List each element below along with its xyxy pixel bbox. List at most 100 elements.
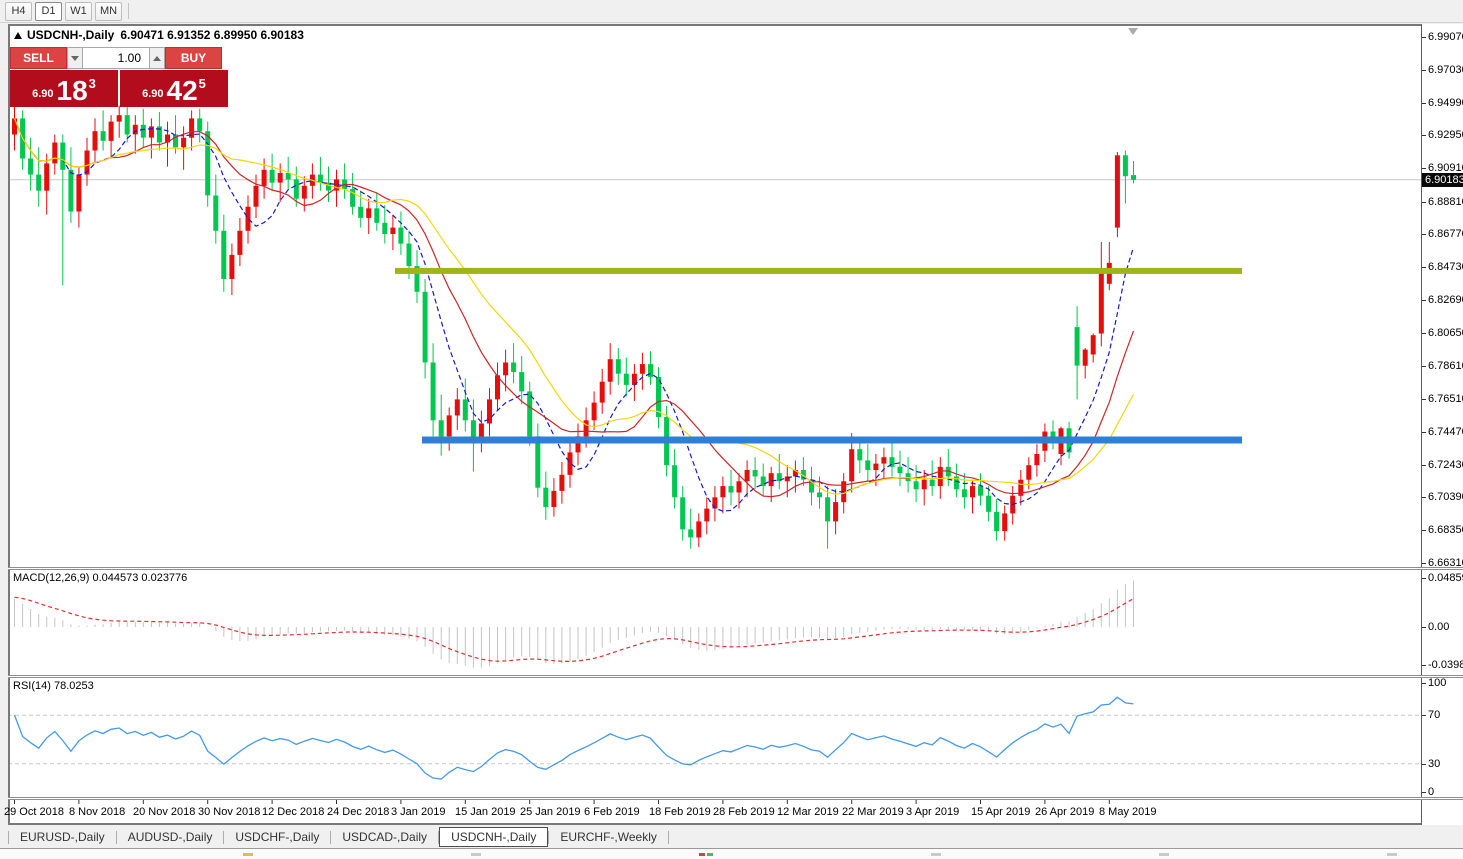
buy-button[interactable]: BUY [165, 47, 222, 69]
volume-input[interactable] [83, 47, 149, 69]
price-axis-label: 6.99070 [1428, 31, 1463, 43]
candle [680, 497, 685, 529]
candle [519, 372, 524, 391]
candle [624, 374, 629, 385]
candle [374, 208, 379, 223]
chart-tab-usdchfdaily[interactable]: USDCHF-,Daily [224, 827, 330, 847]
candle [1091, 335, 1096, 354]
candle [535, 436, 540, 487]
candle [938, 467, 943, 486]
one-click-trading-widget: SELL BUY 6.90183 6.90425 [10, 47, 228, 107]
candle [704, 509, 709, 522]
candle [28, 159, 33, 175]
price-axis-label: 6.74470 [1428, 426, 1463, 438]
candle [994, 512, 999, 531]
candle [68, 170, 73, 212]
candle [857, 449, 862, 460]
candle [511, 363, 516, 373]
candle [753, 470, 758, 476]
rsi-axis-tick [1422, 683, 1426, 684]
chart-tab-eurchfweekly[interactable]: EURCHF-,Weekly [549, 827, 667, 847]
candle [197, 118, 202, 131]
chart-tab-usdcnhdaily[interactable]: USDCNH-,Daily [439, 827, 548, 847]
rsi-label: RSI(14) 78.0253 [13, 680, 94, 692]
macd-axis-tick [1422, 665, 1426, 666]
buy-price-panel[interactable]: 6.90425 [120, 70, 228, 107]
sell-price-handle: 6.90 [32, 88, 53, 100]
sell-button[interactable]: SELL [10, 47, 67, 69]
candle [423, 292, 428, 363]
chart-tab-eurusddaily[interactable]: EURUSD-,Daily [9, 827, 116, 847]
price-axis-tick [1422, 563, 1426, 564]
candle [229, 255, 234, 279]
candle [205, 131, 210, 195]
price-axis[interactable]: 6.990706.970306.949906.929506.909106.888… [1421, 24, 1463, 825]
candle [865, 460, 870, 470]
price-axis-label: 6.92950 [1428, 129, 1463, 141]
price-axis-label: 6.88810 [1428, 196, 1463, 208]
minimized-charts-strip [0, 848, 1463, 859]
tab-separator [668, 831, 669, 844]
price-axis-label: 6.97030 [1428, 64, 1463, 76]
macd-label: MACD(12,26,9) 0.044573 0.023776 [13, 572, 187, 584]
macd-axis-tick [1422, 578, 1426, 579]
candle [1075, 327, 1080, 366]
price-axis-tick [1422, 366, 1426, 367]
candle [543, 488, 548, 507]
panel-splitter-dates[interactable] [8, 797, 1463, 800]
candle [648, 364, 653, 377]
price-axis-tick [1422, 103, 1426, 104]
chart-canvas[interactable] [8, 24, 1421, 825]
timeframe-button-h4[interactable]: H4 [5, 2, 32, 21]
chart-header-ohlc: 6.90471 6.91352 6.89950 6.90183 [120, 28, 304, 42]
candle [262, 170, 267, 186]
price-axis-tick [1422, 497, 1426, 498]
price-axis-label: 6.80650 [1428, 327, 1463, 339]
arrow-down-icon [71, 56, 79, 61]
chart-shift-marker-icon [1128, 28, 1138, 35]
candle [294, 179, 299, 198]
chart-tab-usdcaddaily[interactable]: USDCAD-,Daily [331, 827, 438, 847]
volume-increase-button[interactable] [149, 47, 165, 69]
buy-price-handle: 6.90 [142, 88, 163, 100]
candle [431, 363, 436, 421]
window-border-bottom [8, 823, 1463, 825]
macd-axis-label: -0.039856 [1428, 659, 1463, 671]
support-line[interactable] [422, 437, 1242, 444]
price-axis-label: 6.82690 [1428, 294, 1463, 306]
price-axis-tick [1422, 333, 1426, 334]
candle [447, 415, 452, 436]
candle [109, 122, 114, 141]
candle [44, 163, 49, 190]
rsi-axis-tick [1422, 764, 1426, 765]
price-axis-label: 6.68350 [1428, 524, 1463, 536]
sell-price-pips: 18 [57, 78, 88, 104]
chart-tab-audusddaily[interactable]: AUDUSD-,Daily [117, 827, 224, 847]
rsi-axis-label: 70 [1428, 709, 1440, 721]
candle [439, 420, 444, 436]
timeframe-button-w1[interactable]: W1 [65, 2, 92, 21]
candle [60, 143, 65, 170]
current-price-tag: 6.90183 [1422, 173, 1463, 187]
candle [52, 143, 57, 164]
price-axis-tick [1422, 37, 1426, 38]
panel-splitter-rsi[interactable] [8, 675, 1463, 678]
candle [1115, 155, 1120, 227]
candle [390, 228, 395, 234]
volume-decrease-button[interactable] [67, 47, 83, 69]
sell-price-panel[interactable]: 6.90183 [10, 70, 118, 107]
timeframe-button-mn[interactable]: MN [95, 2, 122, 21]
candle [1099, 271, 1104, 334]
chart-window[interactable]: USDCNH-,Daily 6.90471 6.91352 6.89950 6.… [8, 24, 1463, 825]
mini-chart-mark [243, 853, 253, 856]
candle [849, 449, 854, 481]
price-axis-tick [1422, 135, 1426, 136]
candle [729, 486, 734, 492]
candle [600, 382, 605, 403]
candle [914, 481, 919, 489]
panel-splitter-macd[interactable] [8, 567, 1463, 570]
candle [640, 364, 645, 374]
resistance-line[interactable] [395, 268, 1242, 274]
timeframe-button-d1[interactable]: D1 [35, 2, 62, 21]
candle [181, 138, 186, 148]
